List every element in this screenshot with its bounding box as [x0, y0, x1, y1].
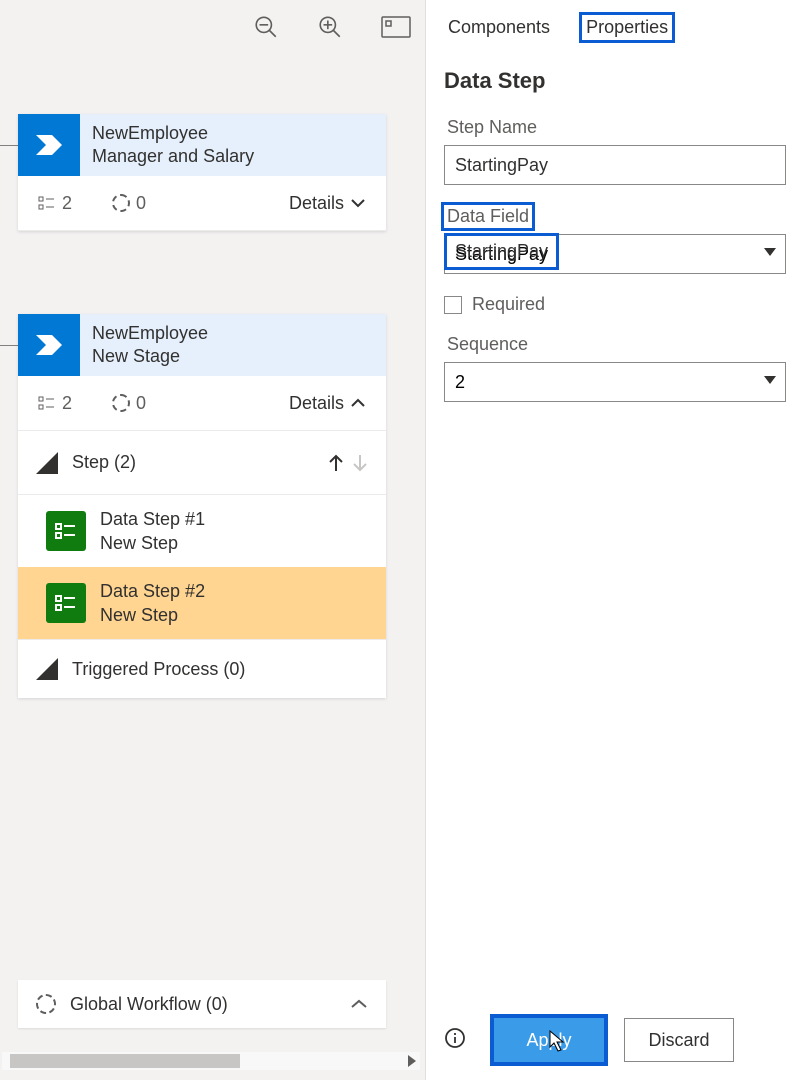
stage-chevron-icon: [18, 314, 80, 376]
sequence-label: Sequence: [444, 333, 531, 356]
tab-components[interactable]: Components: [444, 15, 554, 40]
expand-triangle-icon: [36, 658, 58, 680]
connector-line: [0, 145, 18, 146]
panel-heading: Data Step: [444, 68, 786, 94]
data-step-icon: [46, 511, 86, 551]
data-step-1[interactable]: Data Step #1 New Step: [32, 495, 386, 567]
scrollbar-thumb[interactable]: [10, 1054, 240, 1068]
stage-chevron-icon: [18, 114, 80, 176]
apply-button[interactable]: Apply: [494, 1018, 604, 1062]
tab-properties[interactable]: Properties: [582, 15, 672, 40]
data-field-select[interactable]: StartingPay StartingPay: [444, 234, 786, 274]
details-toggle[interactable]: Details: [289, 193, 366, 214]
step-name-label: Step Name: [444, 116, 540, 139]
discard-button[interactable]: Discard: [624, 1018, 734, 1062]
global-workflow-label: Global Workflow (0): [70, 994, 228, 1015]
sequence-select[interactable]: 2: [444, 362, 786, 402]
workflow-circle-icon: [36, 994, 56, 1014]
stage-card-manager-salary[interactable]: NewEmployee Manager and Salary 2 0 Detai…: [18, 114, 386, 231]
other-count-badge: 0: [112, 193, 146, 214]
data-step-title: Data Step #1: [100, 507, 205, 531]
details-toggle[interactable]: Details: [289, 393, 366, 414]
horizontal-scrollbar[interactable]: [2, 1052, 420, 1070]
checkbox-box-icon: [444, 296, 462, 314]
stage-title-line2: Manager and Salary: [92, 145, 254, 168]
steps-header-row[interactable]: Step (2): [18, 431, 386, 495]
global-workflow-bar[interactable]: Global Workflow (0): [18, 980, 386, 1028]
stage-title-line1: NewEmployee: [92, 122, 254, 145]
required-checkbox[interactable]: Required: [444, 294, 786, 315]
zoom-in-icon[interactable]: [317, 14, 343, 45]
move-up-icon[interactable]: [328, 454, 344, 472]
stage-title-line2: New Stage: [92, 345, 208, 368]
step-name-input[interactable]: [444, 145, 786, 185]
data-step-subtitle: New Step: [100, 603, 205, 627]
data-step-2[interactable]: Data Step #2 New Step: [18, 567, 386, 639]
stage-title-line1: NewEmployee: [92, 322, 208, 345]
scrollbar-arrow-right-icon[interactable]: [408, 1055, 416, 1067]
move-down-icon[interactable]: [352, 454, 368, 472]
steps-header-label: Step (2): [72, 452, 136, 473]
data-step-icon: [46, 583, 86, 623]
required-label: Required: [472, 294, 545, 315]
expand-triangle-icon: [36, 452, 58, 474]
triggered-process-label: Triggered Process (0): [72, 659, 245, 680]
step-count-badge: 2: [38, 393, 72, 414]
info-icon[interactable]: [444, 1027, 466, 1054]
other-count-badge: 0: [112, 393, 146, 414]
zoom-out-icon[interactable]: [253, 14, 279, 45]
stage-card-new-stage[interactable]: NewEmployee New Stage 2 0 Details: [18, 314, 386, 698]
triggered-process-row[interactable]: Triggered Process (0): [18, 640, 386, 698]
data-step-subtitle: New Step: [100, 531, 205, 555]
data-step-title: Data Step #2: [100, 579, 205, 603]
collapse-chevron-icon[interactable]: [350, 994, 368, 1015]
data-field-label: Data Field: [444, 205, 532, 228]
fit-screen-icon[interactable]: [381, 16, 411, 43]
connector-line: [0, 345, 18, 346]
step-count-badge: 2: [38, 193, 72, 214]
